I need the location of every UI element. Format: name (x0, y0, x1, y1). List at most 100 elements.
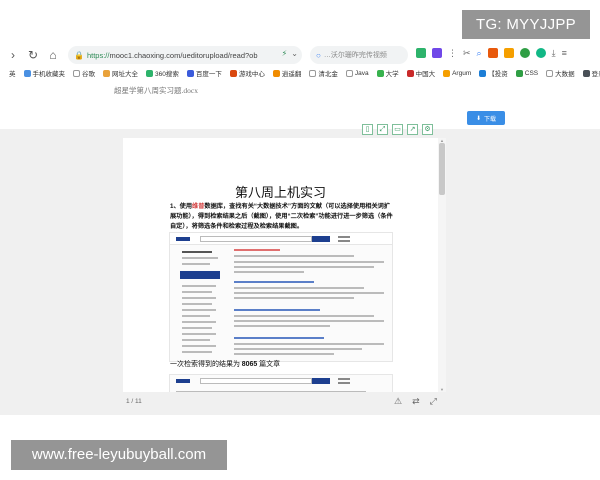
bookmark-item[interactable]: 中国大 (406, 68, 435, 78)
page-indicator: 1 / 11 (126, 398, 142, 405)
screenshot-text-line (234, 325, 330, 327)
expand-icon[interactable]: ⤢ (377, 124, 388, 135)
embedded-screenshot-2 (169, 374, 393, 392)
bookmark-item[interactable]: 英 (0, 68, 16, 78)
document-scrollbar[interactable]: ▲ ▼ (438, 138, 446, 392)
screenshot-text-line (182, 345, 216, 347)
screenshot-text-line (182, 309, 216, 311)
screenshot-text-line (234, 271, 304, 273)
screenshot-text-line (234, 292, 384, 294)
extension-icons: ⋮ ✂ ⌕ ⤓ ≡ (416, 48, 567, 58)
fullscreen-icon[interactable]: ⤢ (430, 396, 437, 407)
extension-icon[interactable] (535, 48, 546, 58)
slides-icon[interactable]: ▭ (392, 124, 403, 135)
scrollbar-thumb[interactable] (439, 143, 445, 195)
watermark-top: TG: MYYJJPP (462, 10, 590, 39)
bolt-icon[interactable]: ⚡ (282, 49, 288, 58)
question-number: 1、 (170, 203, 180, 210)
screenshot-text-line (234, 255, 354, 257)
vip-logo (176, 379, 190, 383)
watermark-bottom: www.free-leyubuyball.com (11, 440, 227, 470)
screenshot-search (200, 236, 312, 242)
screenshot-link (338, 378, 350, 380)
download-icon[interactable]: ⤓ (552, 48, 556, 58)
screenshot-text-line (234, 266, 374, 268)
screenshot-text-line (176, 391, 366, 392)
reload-icon[interactable]: ↻ (26, 48, 40, 62)
viewer-bottom-tools: ⚠ ⇄ ⤢ (394, 396, 437, 407)
bookmark-item[interactable]: CSS (515, 69, 538, 77)
screenshot-text-line (182, 257, 218, 259)
browser-toolbar: › ↻ ⌂ 🔒 https:// mooc1.chaoxing.com/uedi… (0, 44, 600, 66)
screenshot-link (338, 236, 350, 238)
viewer-toolbar: ▯ ⤢ ▭ ↗ ⚙ (362, 124, 433, 135)
screenshot-text-line (182, 303, 212, 305)
download-button[interactable]: ⬇ 下载 (467, 111, 505, 125)
vip-logo (176, 237, 190, 241)
bookmark-item[interactable]: 逍遥翻 (272, 68, 301, 78)
screenshot-text-line (182, 263, 210, 265)
chevron-down-icon[interactable]: ⌄ (291, 49, 298, 58)
screenshot-text-line (234, 320, 384, 322)
menu-dots-icon[interactable]: ⋮ (448, 48, 457, 58)
document-page: 第八周上机实习 1、使用维普数据库，查找有关“大数据技术”方面的文献（可以选择使… (123, 138, 438, 392)
bookmark-item[interactable]: Argum (443, 69, 471, 77)
extension-icon[interactable] (487, 48, 498, 58)
bookmark-item[interactable]: Java (345, 69, 369, 77)
bookmark-favicon (309, 69, 317, 77)
question-text: 1、使用维普数据库，查找有关“大数据技术”方面的文献（可以选择使用相关词扩展功能… (170, 202, 396, 232)
extension-icon[interactable] (519, 48, 530, 58)
screenshot-text-line (182, 291, 212, 293)
forward-icon[interactable]: › (6, 48, 20, 62)
search-box[interactable]: ○ …沃尔珊昨完传视频 (310, 46, 408, 64)
home-icon[interactable]: ⌂ (46, 48, 60, 62)
extension-icon[interactable] (416, 48, 426, 58)
extension-icon[interactable] (432, 48, 442, 58)
bookmark-item[interactable]: 清北金 (309, 68, 338, 78)
bookmark-item[interactable]: 登录 (582, 68, 600, 78)
question-body: 数据库，查找有关“大数据技术”方面的文献（可以选择使用相关词扩展功能），得到检索… (170, 203, 393, 230)
bookmark-item[interactable]: 网址大全 (103, 68, 138, 78)
bookmark-icon[interactable]: ▯ (362, 124, 373, 135)
find-icon[interactable]: ⌕ (477, 48, 482, 58)
bookmarks-bar: 英 手机收藏夹 谷歌 网址大全 360搜索 百度一下 游戏中心 逍遥翻 清北金 … (0, 66, 600, 80)
bookmark-item[interactable]: 大数据 (546, 68, 575, 78)
settings-icon[interactable]: ⚙ (422, 124, 433, 135)
bookmark-item[interactable]: 360搜索 (146, 68, 179, 78)
extension-icon[interactable] (503, 48, 514, 58)
share-icon[interactable]: ↗ (407, 124, 418, 135)
lock-icon: 🔒 (74, 50, 84, 60)
bookmark-item[interactable]: 大学 (376, 68, 399, 78)
address-bar[interactable]: 🔒 https:// mooc1.chaoxing.com/ueditorupl… (68, 46, 302, 64)
screenshot-root: TG: MYYJJPP www.free-leyubuyball.com › ↻… (0, 0, 600, 480)
bookmark-item[interactable]: 【投资 (479, 68, 508, 78)
screenshot-search-button (312, 236, 330, 242)
question-highlight: 维普 (192, 203, 205, 210)
bookmark-item[interactable]: 游戏中心 (229, 68, 265, 78)
bookmark-favicon (443, 69, 451, 77)
url-text: mooc1.chaoxing.com/ueditorupload/read?ob (109, 50, 258, 60)
swap-icon[interactable]: ⇄ (412, 396, 420, 407)
bookmark-favicon (186, 69, 194, 77)
menu-icon[interactable]: ≡ (562, 48, 567, 58)
download-arrow-icon: ⬇ (475, 115, 481, 122)
screenshot-text-line (234, 297, 354, 299)
result-count: 8065 (241, 361, 258, 368)
bookmark-item[interactable]: 谷歌 (73, 68, 95, 78)
screenshot-text-line (234, 315, 374, 317)
scroll-down-icon[interactable]: ▼ (438, 387, 446, 392)
bookmark-item[interactable]: 手机收藏夹 (23, 68, 65, 78)
cut-icon[interactable]: ✂ (463, 48, 471, 58)
warning-icon[interactable]: ⚠ (394, 396, 402, 407)
screenshot-text-line (182, 297, 216, 299)
bookmark-item[interactable]: 百度一下 (186, 68, 222, 78)
screenshot-sidebar-header (180, 271, 220, 279)
bookmark-favicon (103, 69, 110, 77)
embedded-screenshot (169, 232, 393, 362)
screenshot-text-line (182, 333, 216, 335)
screenshot-text-line (182, 315, 210, 317)
screenshot-result-title (234, 281, 314, 283)
bookmark-favicon (406, 69, 414, 77)
bookmark-favicon (146, 69, 153, 77)
question-pre: 使用 (179, 203, 193, 210)
